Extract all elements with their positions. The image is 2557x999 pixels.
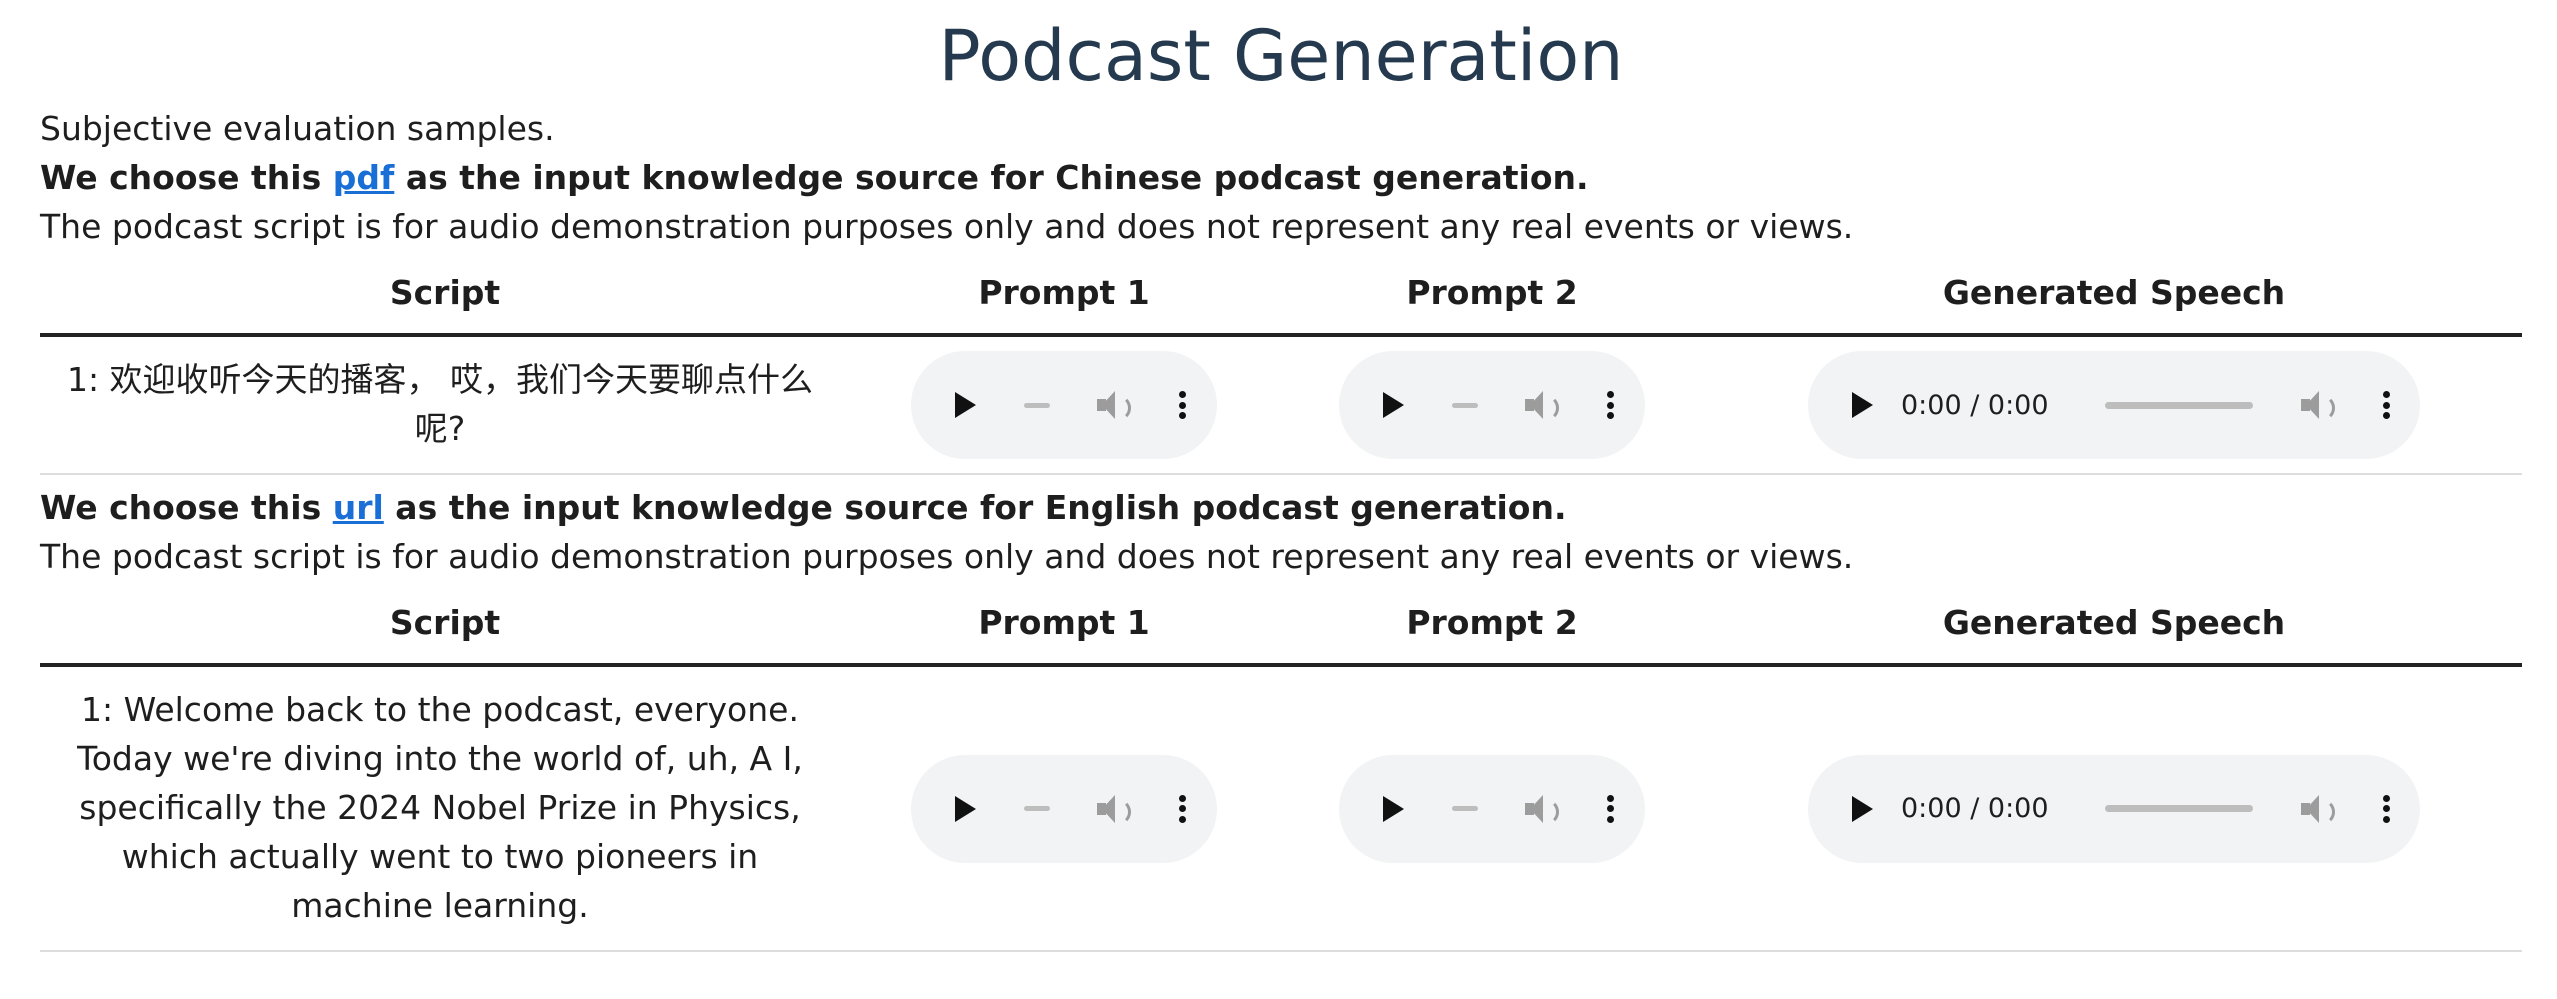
- section-english: We choose this url as the input knowledg…: [40, 483, 2522, 952]
- more-options-icon[interactable]: [1606, 391, 1615, 419]
- prompt-2-cell: [1278, 665, 1706, 952]
- volume-icon[interactable]: [1097, 390, 1132, 421]
- page-title: Podcast Generation: [938, 15, 1624, 97]
- intro-text: Subjective evaluation samples.: [40, 109, 555, 148]
- section-heading: We choose this url as the input knowledg…: [40, 483, 2522, 532]
- play-icon[interactable]: [1383, 392, 1404, 418]
- table-header-row: Script Prompt 1 Prompt 2 Generated Speec…: [40, 581, 2522, 667]
- play-icon[interactable]: [955, 795, 976, 822]
- generated-speech-audio-player[interactable]: 0:00 / 0:00: [1808, 351, 2420, 459]
- column-header-generated-speech: Generated Speech: [1706, 251, 2522, 337]
- prompt-1-cell: [850, 665, 1278, 952]
- seek-bar[interactable]: [2104, 401, 2254, 409]
- samples-table: Script Prompt 1 Prompt 2 Generated Speec…: [40, 581, 2522, 952]
- empty-progress: [1023, 806, 1050, 811]
- prompt-2-audio-player[interactable]: [1339, 754, 1645, 863]
- prompt-2-audio-player[interactable]: [1339, 351, 1645, 459]
- play-icon[interactable]: [955, 392, 976, 418]
- play-icon[interactable]: [1852, 795, 1873, 822]
- pdf-link[interactable]: pdf: [333, 158, 395, 197]
- url-link[interactable]: url: [333, 488, 384, 527]
- seek-bar[interactable]: [2104, 805, 2254, 812]
- generated-speech-cell: 0:00 / 0:00: [1706, 665, 2522, 952]
- heading-suffix: as the input knowledge source for Chines…: [394, 158, 1589, 197]
- column-header-prompt-1: Prompt 1: [850, 581, 1278, 667]
- table-row: 1: 欢迎收听今天的播客， 哎，我们今天要聊点什么呢? 0:00 / 0:00: [40, 335, 2522, 475]
- more-options-icon[interactable]: [2382, 391, 2390, 419]
- table-header-row: Script Prompt 1 Prompt 2 Generated Speec…: [40, 251, 2522, 337]
- more-options-icon[interactable]: [1178, 794, 1187, 823]
- prompt-1-audio-player[interactable]: [911, 754, 1217, 863]
- empty-progress: [1023, 402, 1050, 408]
- volume-icon[interactable]: [2301, 390, 2336, 421]
- script-cell: 1: 欢迎收听今天的播客， 哎，我们今天要聊点什么呢?: [40, 335, 850, 475]
- column-header-generated-speech: Generated Speech: [1706, 581, 2522, 667]
- disclaimer-text: The podcast script is for audio demonstr…: [40, 207, 1854, 246]
- more-options-icon[interactable]: [1606, 794, 1615, 823]
- time-display: 0:00 / 0:00: [1901, 793, 2049, 824]
- volume-icon[interactable]: [1525, 390, 1560, 421]
- prompt-1-audio-player[interactable]: [911, 351, 1217, 459]
- column-header-script: Script: [40, 251, 850, 337]
- column-header-prompt-1: Prompt 1: [850, 251, 1278, 337]
- volume-icon[interactable]: [2301, 794, 2336, 825]
- heading-prefix: We choose this: [40, 158, 333, 197]
- empty-progress: [1451, 402, 1478, 408]
- samples-table: Script Prompt 1 Prompt 2 Generated Speec…: [40, 251, 2522, 475]
- generated-speech-cell: 0:00 / 0:00: [1706, 335, 2522, 475]
- prompt-2-cell: [1278, 335, 1706, 475]
- page-content: Podcast Generation Subjective evaluation…: [40, 0, 2522, 952]
- heading-suffix: as the input knowledge source for Englis…: [383, 488, 1567, 527]
- script-cell: 1: Welcome back to the podcast, everyone…: [40, 665, 850, 952]
- column-header-prompt-2: Prompt 2: [1278, 581, 1706, 667]
- column-header-script: Script: [40, 581, 850, 667]
- time-display: 0:00 / 0:00: [1901, 389, 2049, 421]
- volume-icon[interactable]: [1525, 794, 1560, 825]
- volume-icon[interactable]: [1097, 794, 1132, 825]
- more-options-icon[interactable]: [1178, 391, 1187, 419]
- play-icon[interactable]: [1383, 795, 1404, 822]
- generated-speech-audio-player[interactable]: 0:00 / 0:00: [1808, 754, 2420, 863]
- heading-prefix: We choose this: [40, 488, 333, 527]
- section-heading: We choose this pdf as the input knowledg…: [40, 153, 2522, 202]
- table-row: 1: Welcome back to the podcast, everyone…: [40, 665, 2522, 952]
- prompt-1-cell: [850, 335, 1278, 475]
- play-icon[interactable]: [1852, 392, 1873, 418]
- more-options-icon[interactable]: [2382, 794, 2390, 823]
- column-header-prompt-2: Prompt 2: [1278, 251, 1706, 337]
- disclaimer-text: The podcast script is for audio demonstr…: [40, 537, 1854, 576]
- section-chinese: We choose this pdf as the input knowledg…: [40, 153, 2522, 475]
- empty-progress: [1451, 806, 1478, 811]
